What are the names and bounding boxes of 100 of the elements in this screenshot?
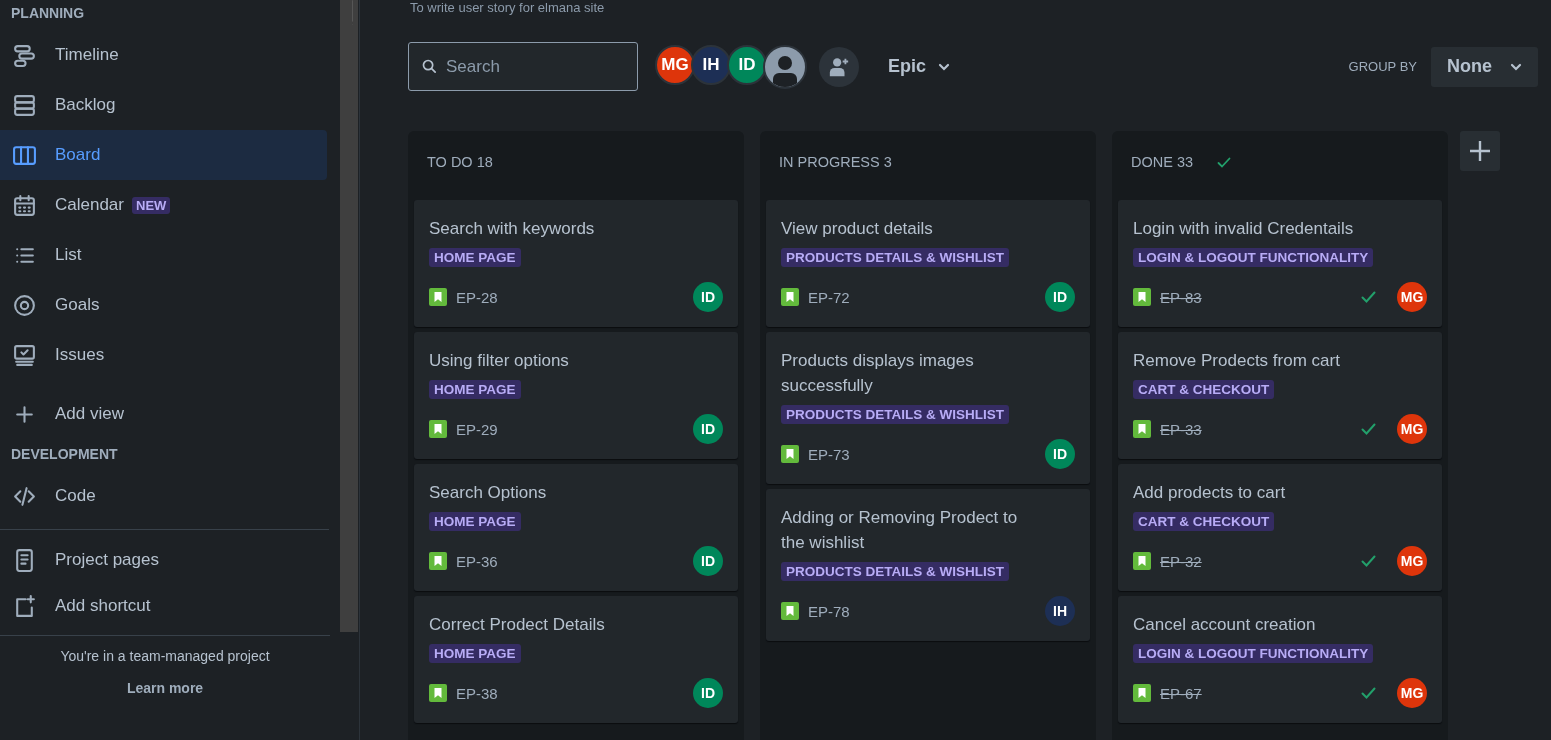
add-person-icon	[828, 55, 850, 78]
issue-key[interactable]: EP-36	[456, 552, 498, 570]
epic-tag: CART & CHECKOUT	[1133, 380, 1275, 399]
issue-key[interactable]: EP-38	[456, 684, 498, 702]
footer-text: You're in a team-managed project	[60, 648, 270, 664]
user-avatar[interactable]: ID	[1045, 439, 1075, 469]
user-avatar[interactable]: IH	[691, 44, 731, 85]
issue-title: View product details	[781, 218, 934, 240]
issue-key[interactable]: EP-73	[808, 445, 850, 463]
user-avatar[interactable]: ID	[693, 282, 723, 312]
sidebar-item[interactable]: Calendar NEW	[0, 180, 327, 230]
issue-title: Correct Prodect Details	[429, 614, 606, 636]
column-title: IN PROGRESS 3	[779, 154, 892, 170]
issue-card[interactable]: Login with invalid Credentails LOGIN & LOGOUT FUNCTIONALITY EP-83 MG	[1118, 200, 1442, 327]
add-people-button[interactable]	[819, 46, 859, 87]
story-icon	[429, 684, 447, 702]
issue-key[interactable]: EP-28	[456, 288, 498, 306]
column-title: DONE 33	[1131, 154, 1194, 170]
search-field[interactable]: Search	[408, 42, 638, 91]
section-heading: DEVELOPMENT	[10, 445, 119, 464]
project-subtitle: To write user story for elmana site	[410, 0, 606, 15]
target-icon	[12, 292, 37, 318]
epic-tag: PRODUCTS DETAILS & WISHLIST	[781, 562, 1009, 581]
user-avatar[interactable]: MG	[1397, 414, 1427, 444]
sidebar-item[interactable]: Goals	[0, 280, 327, 330]
backlog-icon	[12, 92, 37, 118]
group-by-dropdown[interactable]: None	[1431, 46, 1538, 87]
user-avatar[interactable]: MG	[1397, 282, 1427, 312]
plus-icon	[1468, 139, 1492, 163]
story-icon	[1133, 552, 1151, 570]
user-avatar[interactable]: ID	[727, 44, 767, 85]
column-title: TO DO 18	[427, 154, 493, 170]
issue-title: Search with keywords	[429, 218, 596, 240]
issue-card[interactable]: Using filter options HOME PAGE EP-29 ID	[414, 332, 738, 459]
epic-tag: PRODUCTS DETAILS & WISHLIST	[781, 248, 1009, 267]
issue-card[interactable]: Search with keywords HOME PAGE EP-28 ID	[414, 200, 738, 327]
issue-key[interactable]: EP-72	[808, 288, 850, 306]
epic-tag: CART & CHECKOUT	[1133, 512, 1275, 531]
issue-title: Add prodects to cart	[1133, 482, 1287, 504]
epic-tag: HOME PAGE	[429, 512, 521, 531]
story-icon	[1133, 420, 1151, 438]
group-by-label: GROUP BY	[1348, 59, 1417, 74]
user-avatar[interactable]: IH	[1045, 596, 1075, 626]
issue-card[interactable]: Search Options HOME PAGE EP-36 ID	[414, 464, 738, 591]
epic-filter-dropdown[interactable]: Epic	[888, 50, 950, 83]
user-avatar[interactable]: MG	[1397, 546, 1427, 576]
add-column-button[interactable]	[1460, 131, 1500, 171]
epic-tag: PRODUCTS DETAILS & WISHLIST	[781, 405, 1009, 424]
issue-title: Products displays images successfully	[781, 350, 975, 397]
issue-key[interactable]: EP-29	[456, 420, 498, 438]
learn-more-link[interactable]: Learn more	[126, 680, 204, 696]
story-icon	[781, 445, 799, 463]
new-badge: NEW	[132, 196, 171, 214]
section-heading: PLANNING	[10, 4, 86, 23]
sidebar-item[interactable]: Code	[0, 471, 327, 521]
issue-card[interactable]: Remove Prodects from cart CART & CHECKOUT EP-33 MG	[1118, 332, 1442, 459]
issue-card[interactable]: View product details PRODUCTS DETAILS & WISHLIST EP-72 ID	[766, 200, 1090, 327]
issue-key[interactable]: EP-67	[1160, 684, 1202, 702]
sidebar-item[interactable]: Project pages	[0, 537, 327, 583]
user-avatar[interactable]: ID	[1045, 282, 1075, 312]
sidebar-item[interactable]: Add shortcut	[0, 583, 327, 629]
issue-card[interactable]: Correct Prodect Details HOME PAGE EP-38 ID	[414, 596, 738, 723]
issue-card[interactable]: Adding or Removing Prodect to the wishlist PRODUCTS DETAILS & WISHLIST EP-78 IH	[766, 489, 1090, 641]
user-avatar[interactable]: ID	[693, 414, 723, 444]
story-icon	[429, 552, 447, 570]
sidebar-item[interactable]: Issues	[0, 330, 327, 380]
user-avatar[interactable]: ID	[693, 678, 723, 708]
issue-key[interactable]: EP-33	[1160, 420, 1202, 438]
sidebar-item[interactable]: List	[0, 230, 327, 280]
chevron-down-icon	[1510, 62, 1522, 71]
issue-title: Adding or Removing Prodect to the wishlist	[781, 507, 1019, 554]
epic-tag: HOME PAGE	[429, 380, 521, 399]
story-icon	[1133, 684, 1151, 702]
story-icon	[429, 288, 447, 306]
issue-title: Using filter options	[429, 350, 570, 372]
issue-key[interactable]: EP-83	[1160, 288, 1202, 306]
issue-title: Login with invalid Credentails	[1133, 218, 1355, 240]
user-avatar[interactable]: MG	[655, 44, 695, 85]
issue-key[interactable]: EP-78	[808, 602, 850, 620]
issue-key[interactable]: EP-32	[1160, 552, 1202, 570]
issue-title: Cancel account creation	[1133, 614, 1317, 636]
sidebar-item[interactable]: Timeline	[0, 30, 327, 80]
calendar-icon	[12, 192, 37, 218]
sidebar-item[interactable]: Backlog	[0, 80, 327, 130]
issue-title: Search Options	[429, 482, 548, 504]
story-icon	[429, 420, 447, 438]
user-avatar[interactable]	[763, 44, 807, 89]
issue-card[interactable]: Cancel account creation LOGIN & LOGOUT FUNCTIONALITY EP-67 MG	[1118, 596, 1442, 723]
story-icon	[781, 288, 799, 306]
user-avatar[interactable]: ID	[693, 546, 723, 576]
epic-tag: LOGIN & LOGOUT FUNCTIONALITY	[1133, 248, 1374, 267]
epic-tag: LOGIN & LOGOUT FUNCTIONALITY	[1133, 644, 1374, 663]
user-avatar[interactable]: MG	[1397, 678, 1427, 708]
sidebar-item[interactable]: Board	[0, 130, 327, 180]
chevron-down-icon	[938, 62, 950, 71]
issue-card[interactable]: Add prodects to cart CART & CHECKOUT EP-32 MG	[1118, 464, 1442, 591]
sidebar-item[interactable]: Add view	[0, 389, 327, 439]
story-icon	[781, 602, 799, 620]
story-icon	[1133, 288, 1151, 306]
issue-card[interactable]: Products displays images successfully PRODUCTS DETAILS & WISHLIST EP-73 ID	[766, 332, 1090, 484]
